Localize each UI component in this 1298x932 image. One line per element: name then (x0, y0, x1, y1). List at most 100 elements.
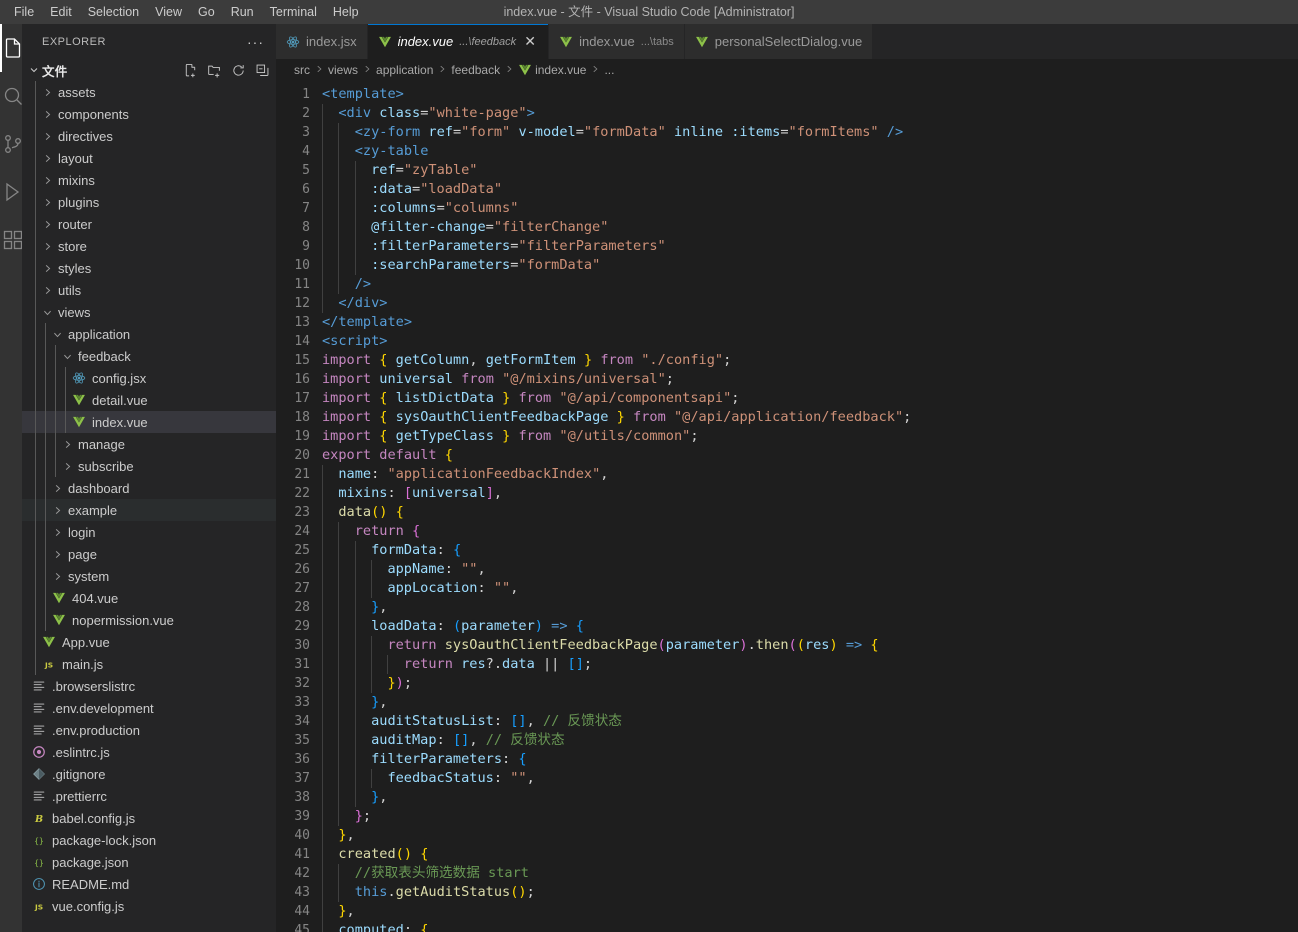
code-line[interactable]: <div class="white-page"> (322, 104, 1298, 123)
editor-tab-index-jsx[interactable]: index.jsx (276, 24, 368, 59)
tree-folder-store[interactable]: store (22, 235, 276, 257)
tree-folder-application[interactable]: application (22, 323, 276, 345)
breadcrumb-item[interactable]: views (328, 63, 358, 77)
code-line[interactable]: <template> (322, 85, 1298, 104)
code-line[interactable]: <script> (322, 332, 1298, 351)
tree-folder-feedback[interactable]: feedback (22, 345, 276, 367)
tree-folder-subscribe[interactable]: subscribe (22, 455, 276, 477)
code-line[interactable]: import { sysOauthClientFeedbackPage } fr… (322, 408, 1298, 427)
tree-file-vue-config-js[interactable]: JS vue.config.js (22, 895, 276, 917)
code-line[interactable]: </div> (322, 294, 1298, 313)
code-line[interactable]: <zy-table (322, 142, 1298, 161)
explorer-more-actions-icon[interactable]: ··· (243, 35, 268, 49)
tree-file-config-jsx[interactable]: config.jsx (22, 367, 276, 389)
file-tree[interactable]: assets components directives layout mixins pl… (22, 81, 276, 932)
code-line[interactable]: :searchParameters="formData" (322, 256, 1298, 275)
search-icon[interactable] (0, 72, 22, 120)
code-line[interactable]: filterParameters: { (322, 750, 1298, 769)
menu-go[interactable]: Go (190, 0, 223, 24)
code-line[interactable]: <zy-form ref="form" v-model="formData" i… (322, 123, 1298, 142)
code-line[interactable]: data() { (322, 503, 1298, 522)
tree-file--prettierrc[interactable]: .prettierrc (22, 785, 276, 807)
code-line[interactable]: :data="loadData" (322, 180, 1298, 199)
code-line[interactable]: :filterParameters="filterParameters" (322, 237, 1298, 256)
tree-file-detail-vue[interactable]: detail.vue (22, 389, 276, 411)
tree-folder-layout[interactable]: layout (22, 147, 276, 169)
code-line[interactable]: import { getColumn, getFormItem } from "… (322, 351, 1298, 370)
code-line[interactable]: name: "applicationFeedbackIndex", (322, 465, 1298, 484)
activity-bar[interactable] (0, 24, 22, 932)
refresh-icon[interactable] (230, 62, 246, 78)
code-line[interactable]: //获取表头筛选数据 start (322, 864, 1298, 883)
close-icon[interactable]: ✕ (522, 33, 538, 50)
menu-bar[interactable]: File Edit Selection View Go Run Terminal Help (0, 0, 367, 24)
code-line[interactable]: feedbacStatus: "", (322, 769, 1298, 788)
menu-edit[interactable]: Edit (42, 0, 80, 24)
new-file-icon[interactable] (182, 62, 198, 78)
code-line[interactable]: import universal from "@/mixins/universa… (322, 370, 1298, 389)
code-line[interactable]: this.getAuditStatus(); (322, 883, 1298, 902)
tree-file-package-lock-json[interactable]: {} package-lock.json (22, 829, 276, 851)
code-line[interactable]: appLocation: "", (322, 579, 1298, 598)
code-line[interactable]: import { listDictData } from "@/api/comp… (322, 389, 1298, 408)
tree-folder-example[interactable]: example (22, 499, 276, 521)
menu-selection[interactable]: Selection (80, 0, 147, 24)
code-line[interactable]: auditMap: [], // 反馈状态 (322, 731, 1298, 750)
menu-run[interactable]: Run (223, 0, 262, 24)
tree-file--gitignore[interactable]: .gitignore (22, 763, 276, 785)
code-line[interactable]: }, (322, 902, 1298, 921)
editor-tab-index-vue-feedback[interactable]: index.vue ...\feedback ✕ (367, 24, 550, 59)
tree-folder-utils[interactable]: utils (22, 279, 276, 301)
tree-file-README-md[interactable]: README.md (22, 873, 276, 895)
tree-folder-styles[interactable]: styles (22, 257, 276, 279)
code-line[interactable]: auditStatusList: [], // 反馈状态 (322, 712, 1298, 731)
tree-file--env-production[interactable]: .env.production (22, 719, 276, 741)
extensions-icon[interactable] (0, 216, 22, 264)
code-editor[interactable]: 1 2 3 4 5 6 7 8 9 10 11 12 13 14 15 16 17 18 19 20 21 22 23 24 2… (276, 81, 1298, 932)
breadcrumb-item[interactable]: application (376, 63, 433, 77)
menu-terminal[interactable]: Terminal (262, 0, 325, 24)
code-line[interactable]: /> (322, 275, 1298, 294)
tree-folder-dashboard[interactable]: dashboard (22, 477, 276, 499)
code-line[interactable]: return { (322, 522, 1298, 541)
code-line[interactable]: }, (322, 598, 1298, 617)
menu-file[interactable]: File (6, 0, 42, 24)
code-line[interactable]: return sysOauthClientFeedbackPage(parame… (322, 636, 1298, 655)
code-line[interactable]: @filter-change="filterChange" (322, 218, 1298, 237)
tree-folder-assets[interactable]: assets (22, 81, 276, 103)
tree-file-main-js[interactable]: JS main.js (22, 653, 276, 675)
tree-folder-mixins[interactable]: mixins (22, 169, 276, 191)
folder-section-header[interactable]: 文件 (22, 59, 276, 81)
tree-folder-manage[interactable]: manage (22, 433, 276, 455)
tree-file-index-vue[interactable]: index.vue (22, 411, 276, 433)
tree-file-nopermission-vue[interactable]: nopermission.vue (22, 609, 276, 631)
code-line[interactable]: appName: "", (322, 560, 1298, 579)
folder-section-actions[interactable] (182, 62, 270, 78)
code-line[interactable]: }; (322, 807, 1298, 826)
code-line[interactable]: mixins: [universal], (322, 484, 1298, 503)
tree-file-404-vue[interactable]: 404.vue (22, 587, 276, 609)
tree-file-App-vue[interactable]: App.vue (22, 631, 276, 653)
tree-folder-login[interactable]: login (22, 521, 276, 543)
source-control-icon[interactable] (0, 120, 22, 168)
tree-folder-system[interactable]: system (22, 565, 276, 587)
tree-folder-directives[interactable]: directives (22, 125, 276, 147)
code-line[interactable]: loadData: (parameter) => { (322, 617, 1298, 636)
code-line[interactable]: export default { (322, 446, 1298, 465)
code-line[interactable]: created() { (322, 845, 1298, 864)
tree-file--env-development[interactable]: .env.development (22, 697, 276, 719)
tree-folder-router[interactable]: router (22, 213, 276, 235)
editor-tabs[interactable]: index.jsx index.vue ...\feedback ✕ index.vue… (276, 24, 1298, 59)
code-line[interactable]: </template> (322, 313, 1298, 332)
menu-help[interactable]: Help (325, 0, 367, 24)
run-debug-icon[interactable] (0, 168, 22, 216)
tree-file-package-json[interactable]: {} package.json (22, 851, 276, 873)
breadcrumb[interactable]: src views application feedback index.vue... (276, 59, 1298, 81)
new-folder-icon[interactable] (206, 62, 222, 78)
breadcrumb-item[interactable]: feedback (451, 63, 500, 77)
collapse-all-icon[interactable] (254, 62, 270, 78)
editor-tab-index-vue-tabs[interactable]: index.vue ...\tabs (549, 24, 685, 59)
files-explorer-icon[interactable] (0, 24, 22, 72)
breadcrumb-item[interactable]: src (294, 63, 310, 77)
code-line[interactable]: ref="zyTable" (322, 161, 1298, 180)
